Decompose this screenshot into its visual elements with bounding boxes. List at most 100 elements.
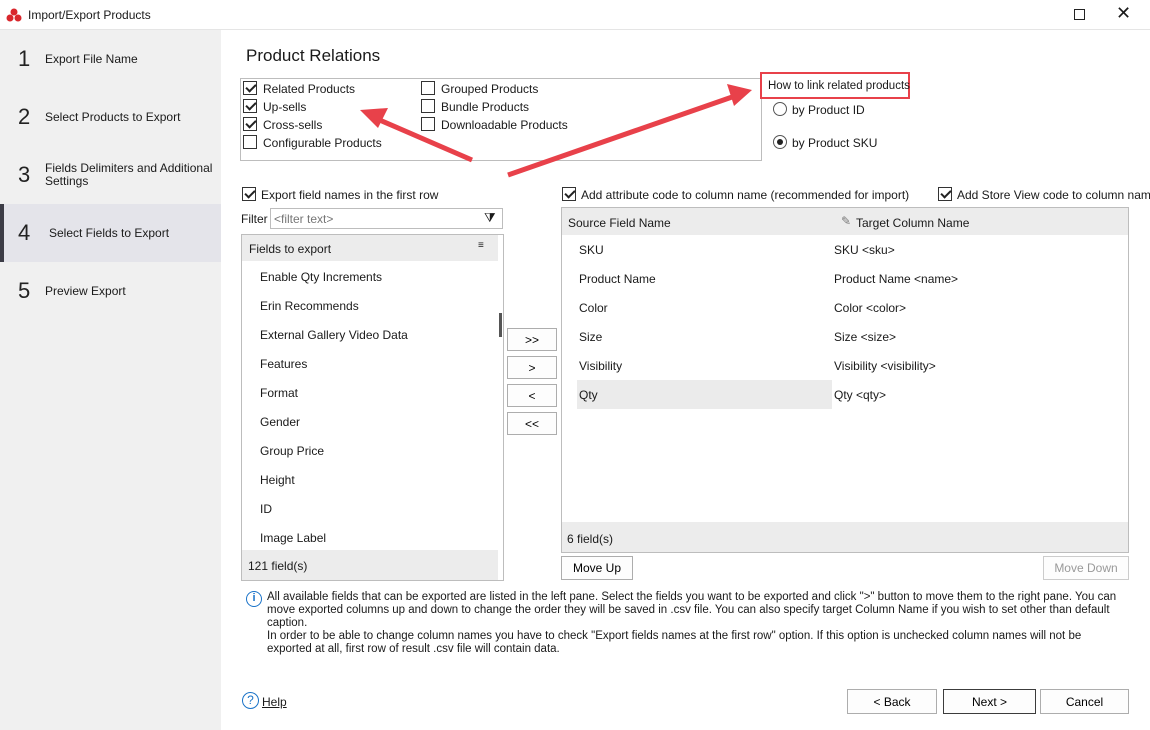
step-delimiters[interactable]: 3 Fields Delimiters and Additional Settin… [0,146,221,204]
list-item[interactable]: Enable Qty Increments [260,270,382,284]
source-field-cell: Qty [579,388,598,402]
step-select-products[interactable]: 2 Select Products to Export [0,88,221,146]
list-header-label: Fields to export [249,242,332,256]
step-label: Fields Delimiters and Additional Setting… [45,161,213,188]
info-icon: i [246,591,262,607]
step-number: 2 [18,104,31,129]
sort-icon[interactable]: ≡ [478,240,484,251]
target-column-cell[interactable]: Size <size> [834,330,896,344]
link-method-label: How to link related products [760,72,910,99]
maximize-icon[interactable] [1074,9,1085,20]
help-link[interactable]: Help [262,695,287,709]
checkbox-label: Cross-sells [263,118,323,132]
filter-input[interactable] [270,208,503,229]
step-label: Select Products to Export [45,109,181,124]
checkbox-label: Configurable Products [263,136,382,150]
list-item[interactable]: Gender [260,415,300,429]
checkbox-label: Up-sells [263,100,307,114]
move-all-right-button[interactable]: >> [507,328,557,351]
table-row[interactable]: Size Size <size> [568,322,1128,351]
help-icon[interactable]: ? [242,692,259,709]
move-up-button[interactable]: Move Up [561,556,633,580]
checkbox-label: Bundle Products [441,100,530,114]
info-text: All available fields that can be exporte… [267,591,1127,656]
source-field-cell: Product Name [579,272,656,286]
move-left-button[interactable]: < [507,384,557,407]
add-store-view-checkbox[interactable] [938,187,952,201]
column-header-target: Target Column Name [856,216,970,230]
list-item[interactable]: External Gallery Video Data [260,328,408,342]
by-product-sku-radio[interactable] [773,135,787,149]
page-title: Product Relations [246,46,381,65]
target-column-cell[interactable]: Color <color> [834,301,906,315]
source-field-cell: SKU [579,243,604,257]
close-icon[interactable]: ✕ [1116,3,1131,24]
crosssells-checkbox[interactable] [243,117,257,131]
step-label: Select Fields to Export [49,225,170,240]
scrollbar-thumb[interactable] [499,313,502,337]
step-preview-export[interactable]: 5 Preview Export [0,262,221,320]
table-row[interactable]: Qty Qty <qty> [568,380,1128,409]
step-number: 5 [18,278,31,303]
radio-label: by Product SKU [792,136,878,150]
step-number: 1 [18,46,31,71]
wizard-sidebar: 1 Export File Name 2 Select Products to Ex… [0,30,221,730]
grouped-products-checkbox[interactable] [421,81,435,95]
window-title: Import/Export Products [28,8,151,22]
step-label: Preview Export [45,283,126,298]
field-count: 121 field(s) [248,559,308,573]
list-item[interactable]: Format [260,386,298,400]
step-export-file-name[interactable]: 1 Export File Name [0,30,221,88]
list-footer: 121 field(s) [242,550,498,580]
target-column-cell[interactable]: SKU <sku> [834,243,895,257]
source-field-cell: Color [579,301,608,315]
downloadable-products-checkbox[interactable] [421,117,435,131]
source-field-cell: Visibility [579,359,623,373]
next-button[interactable]: Next > [943,689,1036,714]
export-field-names-checkbox[interactable] [242,187,256,201]
column-header-source: Source Field Name [568,216,671,230]
target-column-cell[interactable]: Visibility <visibility> [834,359,936,373]
related-products-checkbox[interactable] [243,81,257,95]
radio-label: by Product ID [792,103,865,117]
table-row[interactable]: Product Name Product Name <name> [568,264,1128,293]
step-label: Export File Name [45,51,138,66]
table-header: Source Field Name ✎ Target Column Name [562,208,1128,235]
target-column-cell[interactable]: Product Name <name> [834,272,958,286]
table-row[interactable]: Visibility Visibility <visibility> [568,351,1128,380]
step-select-fields[interactable]: 4 Select Fields to Export [0,204,221,262]
move-right-button[interactable]: > [507,356,557,379]
bundle-products-checkbox[interactable] [421,99,435,113]
configurable-products-checkbox[interactable] [243,135,257,149]
filter-label: Filter [241,212,268,226]
list-item[interactable]: Group Price [260,444,324,458]
cancel-button[interactable]: Cancel [1040,689,1129,714]
source-field-cell: Size [579,330,603,344]
checkbox-label: Related Products [263,82,356,96]
table-row[interactable]: SKU SKU <sku> [568,235,1128,264]
move-down-button[interactable]: Move Down [1043,556,1129,580]
list-item[interactable]: Features [260,357,307,371]
clear-filter-icon[interactable]: ⧩ [484,210,496,226]
move-all-left-button[interactable]: << [507,412,557,435]
row-selection [577,380,832,409]
add-attribute-code-checkbox[interactable] [562,187,576,201]
checkbox-label: Add attribute code to column name (recom… [581,188,910,202]
list-item[interactable]: Height [260,473,295,487]
target-column-cell[interactable]: Qty <qty> [834,388,886,402]
step-number: 4 [18,220,31,245]
pencil-icon: ✎ [841,214,852,228]
upsells-checkbox[interactable] [243,99,257,113]
list-item[interactable]: Image Label [260,531,326,545]
checkbox-label: Export field names in the first row [261,188,439,202]
back-button[interactable]: < Back [847,689,937,714]
by-product-id-radio[interactable] [773,102,787,116]
app-logo-icon [6,8,22,22]
list-item[interactable]: ID [260,502,272,516]
step-number: 3 [18,162,31,187]
table-row[interactable]: Color Color <color> [568,293,1128,322]
info-paragraph: All available fields that can be exporte… [267,591,1117,629]
list-item[interactable]: Erin Recommends [260,299,359,313]
info-paragraph: In order to be able to change column nam… [267,630,1082,655]
checkbox-label: Add Store View code to column nam [957,188,1150,202]
